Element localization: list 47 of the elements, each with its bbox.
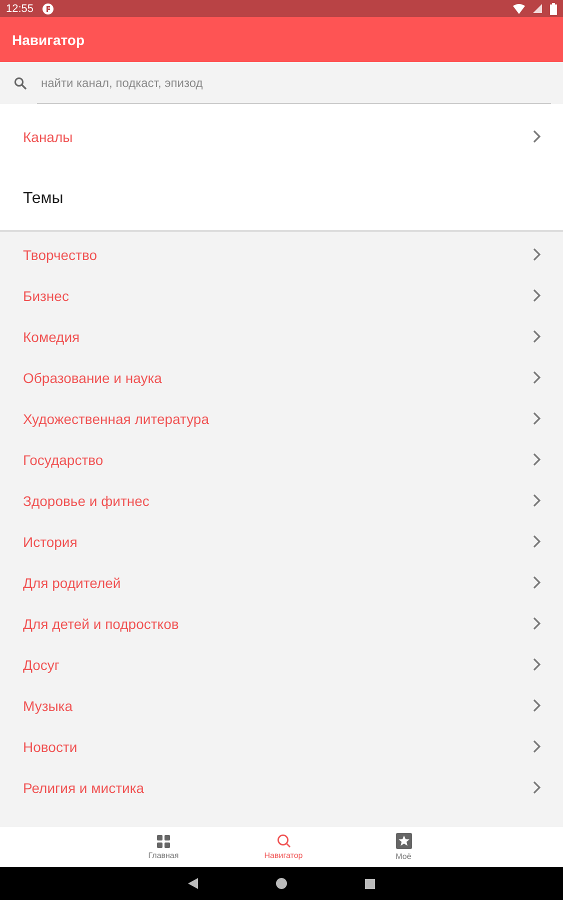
wifi-icon: [513, 4, 525, 14]
home-icon[interactable]: [276, 878, 287, 889]
chevron-right-icon: [533, 289, 541, 302]
notification-icon: [42, 2, 54, 14]
list-item-label[interactable]: Для детей и подростков: [23, 616, 179, 632]
chevron-right-icon: [533, 330, 541, 343]
list-item-label[interactable]: Комедия: [23, 328, 80, 344]
list-item-label[interactable]: Каналы: [23, 128, 73, 144]
chevron-right-icon: [533, 658, 541, 671]
list-item-label[interactable]: Религия и мистика: [23, 780, 144, 796]
list-item-label[interactable]: Музыка: [23, 698, 73, 714]
grid-icon: [157, 834, 170, 848]
chevron-right-icon: [533, 130, 541, 143]
recents-icon[interactable]: [365, 878, 375, 888]
clock: 12:55: [6, 2, 34, 14]
section-title: Темы: [23, 190, 64, 208]
chevron-right-icon: [533, 781, 541, 794]
list-item-label[interactable]: Для родителей: [23, 574, 121, 590]
chevron-right-icon: [533, 371, 541, 384]
list-item-label[interactable]: Досуг: [23, 656, 60, 672]
list-item-label[interactable]: Образование и наука: [23, 370, 162, 386]
nav-tab[interactable]: Главная: [124, 827, 204, 867]
nav-tab[interactable]: Моё: [364, 827, 444, 867]
list-item-label[interactable]: История: [23, 534, 78, 550]
list-item-label[interactable]: Бизнес: [23, 288, 69, 304]
search-icon: [276, 834, 290, 848]
chevron-right-icon: [533, 412, 541, 425]
chevron-right-icon: [533, 248, 541, 261]
screen-title: Навигатор: [12, 32, 85, 48]
chevron-right-icon: [533, 617, 541, 630]
star-icon: [396, 833, 412, 849]
list-item-label[interactable]: Государство: [23, 452, 104, 468]
list-item-label[interactable]: Художественная литература: [23, 410, 209, 426]
list-item-label[interactable]: Творчество: [23, 246, 98, 262]
list-item-label[interactable]: Здоровье и фитнес: [23, 492, 150, 508]
chevron-right-icon: [533, 576, 541, 589]
battery-icon: [550, 2, 557, 14]
chevron-right-icon: [533, 699, 541, 712]
chevron-right-icon: [533, 453, 541, 466]
chevron-right-icon: [533, 740, 541, 753]
chevron-right-icon: [533, 535, 541, 548]
chevron-right-icon: [533, 494, 541, 507]
nav-tab[interactable]: Навигатор: [244, 827, 324, 867]
search-icon: [14, 76, 27, 90]
list-item-label[interactable]: Новости: [23, 738, 78, 754]
back-icon[interactable]: [188, 878, 198, 889]
signal-icon: [533, 4, 542, 13]
